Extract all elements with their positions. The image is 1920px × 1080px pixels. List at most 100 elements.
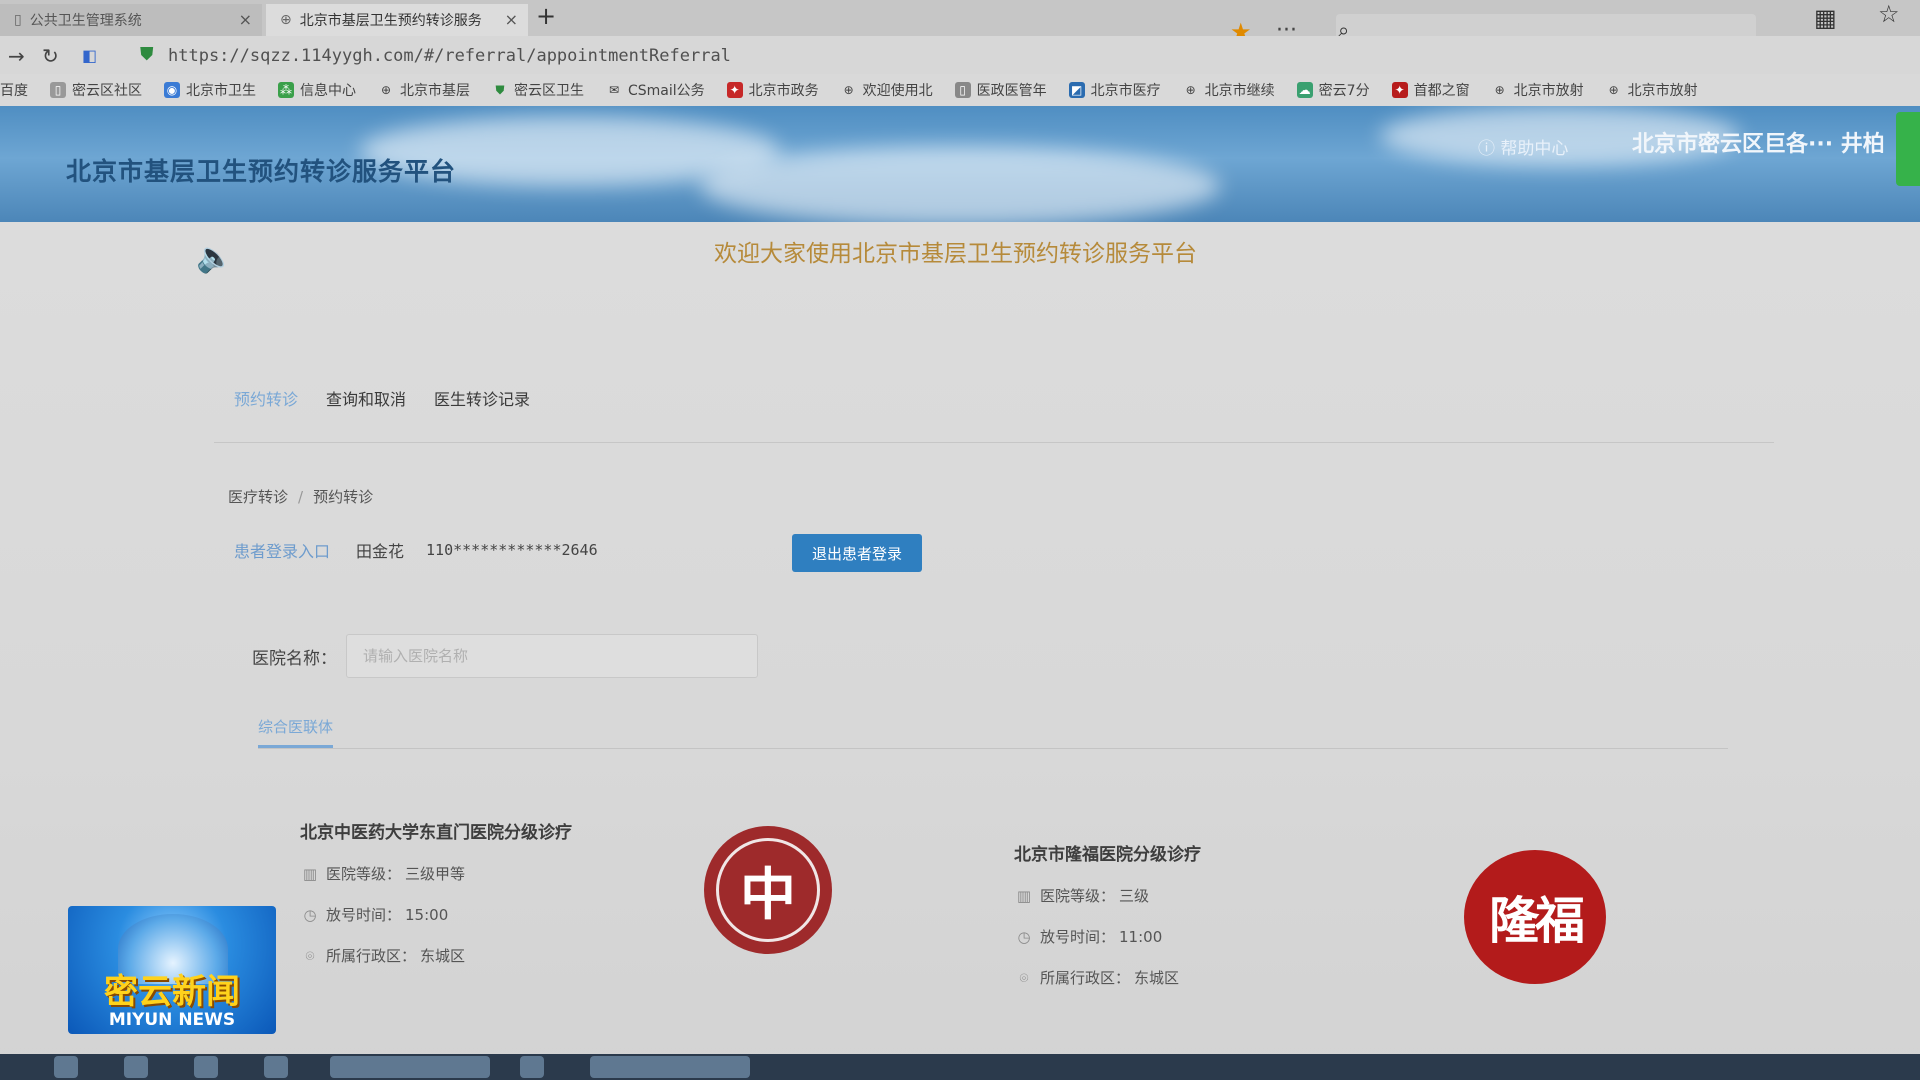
tab-title: 公共卫生管理系统 — [29, 13, 142, 29]
hospital-district: ⌾ 所属行政区： 东城区 — [1014, 967, 1201, 988]
hospital-logo-text: 中 — [716, 838, 820, 942]
cloud-decoration — [700, 146, 1220, 222]
patient-login-label[interactable]: 患者登录入口 — [234, 538, 330, 562]
address-bar: → ↻ ◧ ⛊ https://sqzz.114yygh.com/#/refer… — [0, 36, 1920, 74]
taskbar-app-icon[interactable] — [194, 1056, 218, 1078]
hospital-card[interactable]: 北京中医药大学东直门医院分级诊疗 ▥ 医院等级： 三级甲等 ◷ 放号时间： 15:0… — [300, 818, 572, 966]
bookmark-item[interactable]: ▯ 医政医管年 — [954, 80, 1047, 100]
hospital-level: ▥ 医院等级： 三级甲等 — [300, 863, 572, 884]
apps-grid-icon[interactable]: ▦ — [1814, 4, 1837, 32]
hospital-name[interactable]: 北京市隆福医院分级诊疗 — [1014, 840, 1201, 865]
bookmark-label: 密云区社区 — [72, 83, 142, 99]
hospital-card[interactable]: 北京市隆福医院分级诊疗 ▥ 医院等级： 三级 ◷ 放号时间： 11:00 ⌾ 所属行… — [1014, 840, 1201, 988]
bookmark-item[interactable]: ✦ 首都之窗 — [1391, 80, 1470, 100]
bookmark-item[interactable]: ▯ 密云区社区 — [50, 80, 142, 100]
level-label: 医院等级： — [1040, 887, 1116, 905]
tab-query-cancel[interactable]: 查询和取消 — [326, 386, 406, 410]
url-text[interactable]: https://sqzz.114yygh.com/#/referral/appo… — [168, 46, 731, 66]
bookmark-item[interactable]: ⊕ 北京市放射 — [1606, 80, 1698, 100]
bookmark-item[interactable]: ☁ 密云7分 — [1296, 80, 1370, 100]
bookmark-label: 医政医管年 — [976, 83, 1047, 99]
close-icon[interactable]: × — [505, 10, 518, 29]
favorites-icon[interactable]: ☆ — [1878, 0, 1900, 28]
new-tab-button[interactable]: + — [536, 2, 556, 30]
taskbar-app-icon[interactable] — [520, 1056, 544, 1078]
bookmark-item[interactable]: ⛊ 密云区卫生 — [492, 80, 584, 100]
emblem-icon: ✦ — [726, 82, 743, 98]
logout-patient-button[interactable]: 退出患者登录 — [792, 534, 922, 572]
divider — [214, 442, 1774, 443]
hospital-release-time: ◷ 放号时间： 11:00 — [1014, 926, 1201, 947]
bookmark-item[interactable]: ⊕ 北京市放射 — [1492, 80, 1584, 100]
globe-icon: ⊕ — [280, 12, 292, 28]
hospital-search-input[interactable] — [346, 634, 758, 678]
bookmark-label: 北京市基层 — [400, 83, 470, 99]
news-badge-cn: 密云新闻 — [104, 972, 240, 1012]
shield-icon: ⛊ — [140, 44, 154, 65]
globe-icon: ⊕ — [380, 83, 392, 97]
bookmark-label: 北京市放射 — [1513, 83, 1584, 99]
bookmark-label: 首都之窗 — [1413, 83, 1470, 99]
page-icon: ▯ — [954, 82, 971, 98]
breadcrumb-separator: / — [298, 488, 304, 506]
main-content: 🔈 欢迎大家使用北京市基层卫生预约转诊服务平台 预约转诊 查询和取消 医生转诊记… — [0, 222, 1920, 1080]
bookmark-item[interactable]: ⁂ 信息中心 — [278, 80, 356, 100]
help-label: 帮助中心 — [1500, 139, 1569, 159]
side-float-tab[interactable] — [1896, 112, 1920, 186]
bookmark-item[interactable]: 百度 — [0, 80, 28, 100]
browser-tab-1[interactable]: ▯ 公共卫生管理系统 × — [0, 4, 262, 36]
bookmark-item[interactable]: ✦ 北京市政务 — [726, 80, 819, 100]
start-icon[interactable] — [54, 1056, 78, 1078]
hospital-level: ▥ 医院等级： 三级 — [1014, 885, 1201, 906]
breadcrumb-root[interactable]: 医疗转诊 — [228, 488, 288, 506]
cloud-icon: ☁ — [1296, 82, 1313, 98]
bookmark-label: 欢迎使用北 — [862, 83, 933, 99]
bookmark-label: 北京市放射 — [1627, 83, 1698, 99]
news-channel-badge: 密云新闻 MIYUN NEWS — [68, 906, 276, 1034]
bookmark-item[interactable]: ◩ 北京市医疗 — [1068, 80, 1161, 100]
bookmark-item[interactable]: ⊕ 欢迎使用北 — [841, 80, 933, 100]
browser-tabbar: ▯ 公共卫生管理系统 × ⊕ 北京市基层卫生预约转诊服务 × + ★ ··· ⌕… — [0, 0, 1920, 48]
hospital-logo-text: 隆福 — [1489, 892, 1585, 950]
close-icon[interactable]: × — [239, 10, 252, 29]
tab-integrated-alliance[interactable]: 综合医联体 — [258, 716, 334, 748]
level-value: 三级甲等 — [405, 865, 466, 883]
speaker-icon[interactable]: 🔈 — [196, 240, 233, 275]
help-center-link[interactable]: ⓘ 帮助中心 — [1478, 134, 1568, 159]
location-pin-icon: ⌾ — [305, 946, 315, 965]
bookmark-item[interactable]: ⊕ 北京市基层 — [378, 80, 470, 100]
level-value: 三级 — [1119, 887, 1150, 905]
breadcrumb: 医疗转诊 / 预约转诊 — [228, 486, 373, 507]
taskbar-window-button[interactable] — [330, 1056, 490, 1078]
hospital-logo[interactable]: 隆福 — [1464, 850, 1606, 984]
news-badge-en: MIYUN NEWS — [108, 1010, 236, 1030]
shield-icon: ⛊ — [495, 82, 505, 97]
taskbar-app-icon[interactable] — [264, 1056, 288, 1078]
taskbar-app-icon[interactable] — [124, 1056, 148, 1078]
bookmarks-bar: 百度 ▯ 密云区社区 ◉ 北京市卫生 ⁂ 信息中心 ⊕ 北京市基层 ⛊ 密云区卫生 ✉ CS… — [0, 74, 1920, 106]
bookmark-item[interactable]: ✉ CSmail公务 — [606, 80, 705, 100]
tab-doctor-referral-records[interactable]: 医生转诊记录 — [434, 386, 530, 410]
mail-icon: ✉ — [608, 83, 620, 97]
user-org-name[interactable]: 北京市密云区巨各··· 井柏 — [1632, 126, 1885, 158]
breadcrumb-current: 预约转诊 — [313, 488, 374, 506]
bookmark-label: 密云区卫生 — [514, 83, 584, 99]
hospital-name[interactable]: 北京中医药大学东直门医院分级诊疗 — [300, 818, 572, 843]
reload-icon[interactable]: ↻ — [42, 44, 59, 68]
bookmark-label: 信息中心 — [300, 83, 356, 99]
hospital-district: ⌾ 所属行政区： 东城区 — [300, 945, 572, 966]
patient-login-row: 患者登录入口 田金花 110************2646 — [234, 538, 598, 562]
extension-icon[interactable]: ◧ — [82, 46, 97, 65]
bookmark-item[interactable]: ◉ 北京市卫生 — [164, 80, 256, 100]
browser-tab-2[interactable]: ⊕ 北京市基层卫生预约转诊服务 × — [266, 4, 528, 36]
hospital-logo[interactable]: 中 — [704, 826, 832, 954]
globe-icon: ⊕ — [1494, 83, 1505, 97]
bookmark-label: 北京市卫生 — [186, 83, 256, 99]
tab-appointment-referral[interactable]: 预约转诊 — [234, 386, 298, 410]
page-icon: ▯ — [50, 82, 66, 98]
bookmark-label: 北京市医疗 — [1090, 83, 1161, 99]
forward-icon[interactable]: → — [8, 44, 25, 68]
site-icon: ◉ — [164, 82, 180, 98]
bookmark-item[interactable]: ⊕ 北京市继续 — [1183, 80, 1275, 100]
taskbar-window-button[interactable] — [590, 1056, 750, 1078]
